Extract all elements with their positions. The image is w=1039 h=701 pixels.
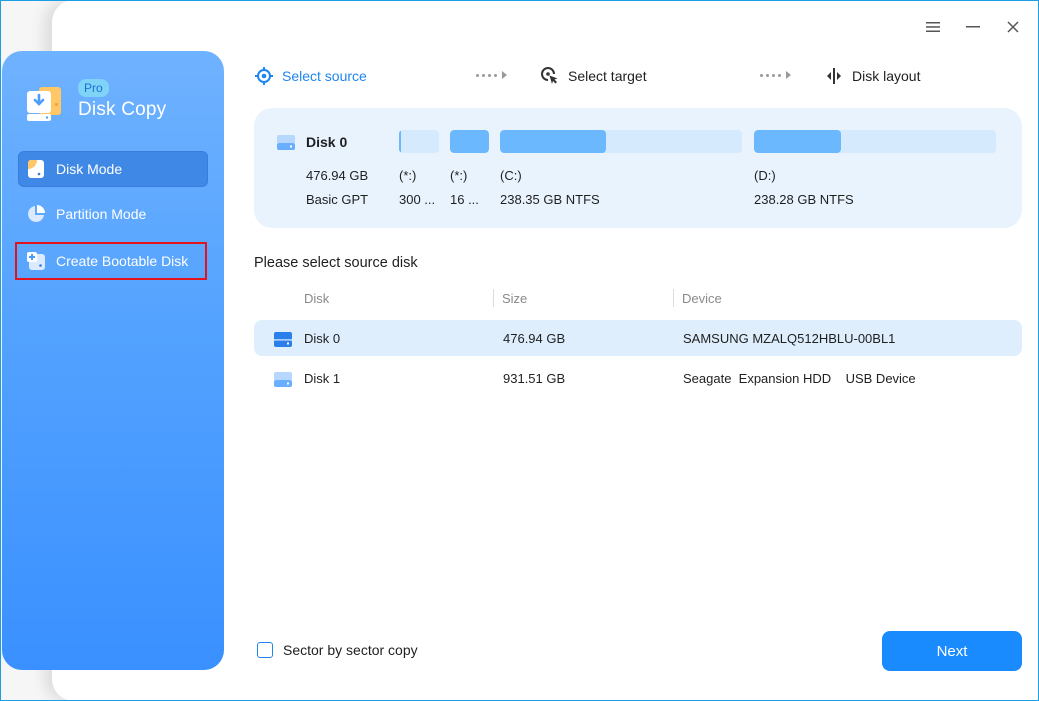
layout-split-icon [824, 66, 844, 86]
column-header-size[interactable]: Size [502, 291, 527, 306]
sidebar-item-disk-mode[interactable]: Disk Mode [18, 151, 208, 187]
partition-info: 238.28 GB NTFS [754, 192, 854, 207]
disk-icon [274, 332, 292, 347]
brand: Pro Disk Copy [22, 79, 166, 125]
column-divider [673, 289, 674, 307]
row-disk: Disk 1 [304, 371, 341, 386]
sidebar-item-label: Disk Mode [56, 161, 123, 177]
partition-label: (*:) [450, 168, 468, 183]
step-arrow-1 [476, 71, 507, 79]
disk-copy-logo-icon [27, 87, 61, 121]
disk-mode-icon [26, 159, 46, 179]
row-device: SAMSUNG MZALQ512HBLU-00BL1 [683, 331, 896, 346]
source-disk-card: Disk 0 476.94 GB Basic GPT (*:) 300 ... … [254, 108, 1022, 228]
minimize-button[interactable] [953, 14, 993, 40]
disk-icon [274, 372, 292, 387]
row-disk: Disk 0 [304, 331, 341, 346]
row-device: Seagate Expansion HDD USB Device [683, 371, 916, 386]
sidebar-item-partition-mode[interactable]: Partition Mode [18, 196, 208, 232]
partition-used-fill [450, 130, 489, 153]
sidebar-item-label: Partition Mode [56, 206, 147, 222]
pro-badge: Pro [78, 79, 109, 97]
bootable-disk-icon [26, 251, 46, 271]
step-label: Disk layout [852, 68, 921, 84]
app-name: Disk Copy [78, 99, 167, 120]
row-size: 931.51 GB [503, 371, 566, 386]
step-select-target: Select target [540, 66, 647, 86]
partition-info: 16 ... [450, 192, 479, 207]
sector-by-sector-option[interactable]: Sector by sector copy [257, 642, 418, 658]
sector-by-sector-checkbox[interactable] [257, 642, 273, 658]
sidebar-item-create-bootable-disk[interactable]: Create Bootable Disk [15, 242, 207, 280]
partition-used-fill [500, 130, 607, 153]
table-header: Disk Size Device [254, 286, 1022, 312]
sidebar-item-label: Create Bootable Disk [56, 253, 189, 269]
step-disk-layout: Disk layout [824, 66, 920, 86]
table-row-disk-1[interactable]: Disk 1 931.51 GB Seagate Expansion HDD U… [254, 360, 1022, 396]
crosshair-icon [254, 66, 274, 86]
table-row-disk-0[interactable]: Disk 0 476.94 GB SAMSUNG MZALQ512HBLU-00… [254, 320, 1022, 356]
step-arrow-2 [760, 71, 791, 79]
row-size: 476.94 GB [503, 331, 566, 346]
sidebar: Pro Disk Copy Disk Mode Partition Mode C… [2, 51, 224, 670]
close-icon [1007, 21, 1019, 33]
partition-info: 238.35 GB NTFS [500, 192, 600, 207]
pie-chart-icon [26, 204, 46, 224]
partition-label: (C:) [500, 168, 522, 183]
disk-type: Basic GPT [306, 192, 369, 207]
hamburger-menu-icon [926, 22, 940, 32]
step-select-source: Select source [254, 66, 367, 86]
disk-icon [277, 135, 295, 150]
partition-used-fill [754, 130, 842, 153]
partition-usage-bar [754, 130, 996, 153]
partition-info: 300 ... [399, 192, 436, 207]
partition-2[interactable]: (*:) 16 ... [450, 130, 489, 207]
window-controls [913, 14, 1033, 40]
partition-used-fill [399, 130, 402, 153]
partition-usage-bar [399, 130, 439, 153]
partition-1[interactable]: (*:) 300 ... [399, 130, 439, 207]
target-cursor-icon [540, 66, 560, 86]
disk-table: Disk Size Device Disk 0 476.94 GB SAMSUN… [254, 286, 1022, 387]
partition-d[interactable]: (D:) 238.28 GB NTFS [754, 130, 996, 207]
column-header-device[interactable]: Device [682, 291, 722, 306]
partition-usage-bar [500, 130, 742, 153]
next-button[interactable]: Next [882, 631, 1022, 671]
menu-button[interactable] [913, 14, 953, 40]
partition-usage-bar [450, 130, 489, 153]
partition-label: (D:) [754, 168, 776, 183]
column-divider [493, 289, 494, 307]
step-label: Select source [282, 68, 367, 84]
partition-c[interactable]: (C:) 238.35 GB NTFS [500, 130, 742, 207]
column-header-disk[interactable]: Disk [304, 291, 329, 306]
close-button[interactable] [993, 14, 1033, 40]
checkbox-label: Sector by sector copy [283, 642, 418, 658]
disk-name: Disk 0 [306, 134, 348, 150]
section-title: Please select source disk [254, 255, 418, 271]
minimize-icon [966, 26, 980, 28]
disk-size: 476.94 GB [306, 168, 369, 183]
partition-label: (*:) [399, 168, 417, 183]
step-label: Select target [568, 68, 647, 84]
wizard-steps: Select source Select target Disk layout [254, 66, 1014, 88]
